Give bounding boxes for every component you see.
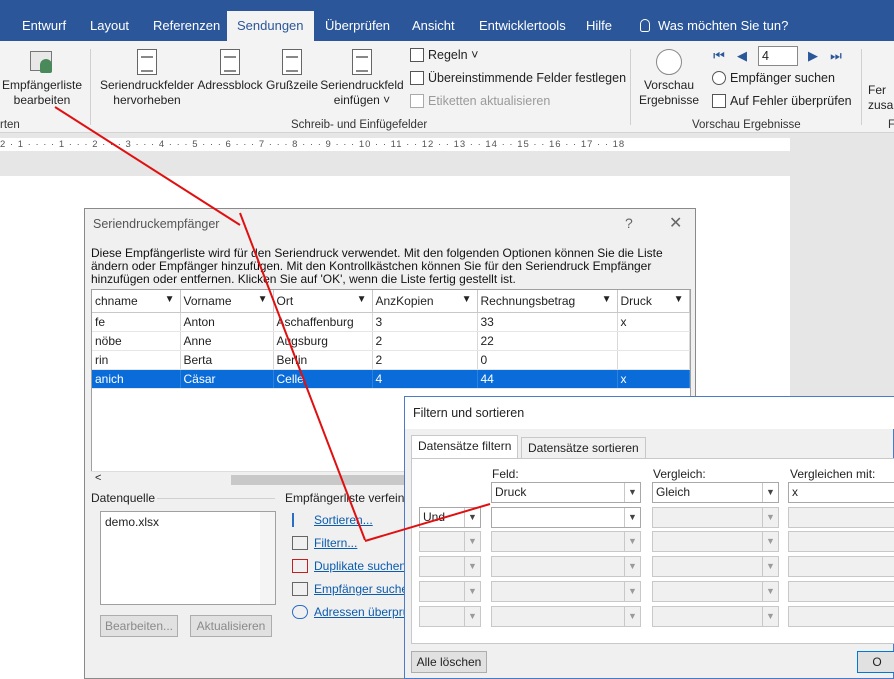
annotation-arrows xyxy=(54,106,491,542)
annotation-line-to-filter xyxy=(239,212,366,541)
annotation-line-to-dialog xyxy=(54,106,241,226)
annotation-line-to-field xyxy=(364,503,491,542)
